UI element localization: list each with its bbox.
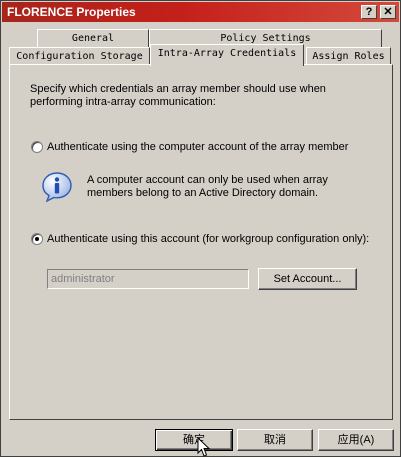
this-account-radio[interactable] <box>31 233 43 245</box>
apply-button[interactable]: 应用(A) <box>318 429 394 451</box>
information-icon <box>42 172 72 203</box>
radio-selected-dot <box>35 237 39 241</box>
properties-dialog: FLORENCE Properties ? ✕ General Policy S… <box>0 0 401 457</box>
account-name-field[interactable]: administrator <box>47 269 249 289</box>
help-button[interactable]: ? <box>361 5 377 19</box>
info-message-line-2: members belong to an Active Directory do… <box>87 187 319 199</box>
close-button[interactable]: ✕ <box>380 5 396 19</box>
mouse-pointer-icon <box>197 437 211 457</box>
description-line-2: performing intra-array communication: <box>30 96 216 108</box>
ok-button[interactable]: 确定 <box>155 429 233 451</box>
this-account-option-label[interactable]: Authenticate using this account (for wor… <box>47 232 369 246</box>
info-message-line-1: A computer account can only be used when… <box>87 174 328 186</box>
dialog-title: FLORENCE Properties <box>7 5 136 19</box>
tab-general[interactable]: General <box>37 29 149 48</box>
set-account-button[interactable]: Set Account... <box>258 268 357 290</box>
description-line-1: Specify which credentials an array membe… <box>30 83 326 95</box>
cancel-button[interactable]: 取消 <box>237 429 313 451</box>
title-bar[interactable]: FLORENCE Properties ? ✕ <box>2 2 399 22</box>
computer-account-option-label[interactable]: Authenticate using the computer account … <box>47 140 348 154</box>
tab-intra-array-credentials[interactable]: Intra-Array Credentials <box>150 44 304 66</box>
computer-account-radio[interactable] <box>31 141 43 153</box>
